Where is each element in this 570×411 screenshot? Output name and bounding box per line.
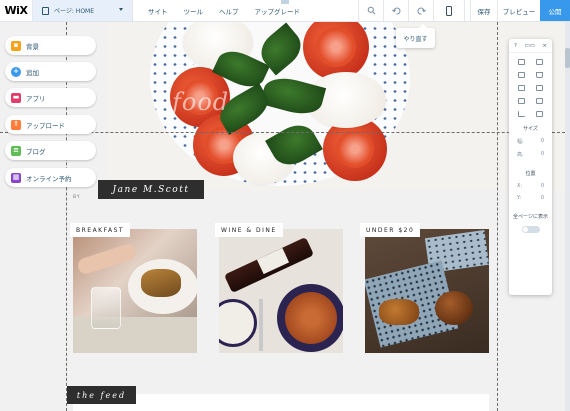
sandwich-photo xyxy=(141,269,181,297)
mobile-icon xyxy=(446,5,452,16)
upload-icon: ↑ xyxy=(11,119,21,130)
x-value[interactable]: 0 xyxy=(541,183,544,189)
wix-logo: WiX xyxy=(0,0,33,21)
x-label: X: xyxy=(517,183,523,189)
card-label-breakfast[interactable]: BREAKFAST xyxy=(70,223,131,237)
background-icon: ▪ xyxy=(11,40,21,51)
topbar-drag-handle[interactable] xyxy=(281,0,289,4)
booking-icon: ▦ xyxy=(11,172,21,183)
burger-photo xyxy=(435,291,473,325)
paste-icon[interactable] xyxy=(535,59,543,65)
fork-photo xyxy=(259,299,263,351)
card-image-breakfast[interactable] xyxy=(73,229,197,353)
width-value[interactable]: 0 xyxy=(541,138,544,145)
scrollbar-thumb[interactable] xyxy=(565,48,570,68)
show-all-pages-toggle[interactable] xyxy=(521,226,540,233)
blog-button[interactable]: ≡ ブログ xyxy=(5,141,96,160)
background-label: 背景 xyxy=(26,42,39,51)
y-value[interactable]: 0 xyxy=(541,195,544,201)
layout-tools-panel: ? ▭▭ × サイズ 幅: 0 高: 0 位置 X: 0 Y: 0 全ページに表… xyxy=(509,39,552,295)
redo-tooltip: やり直す xyxy=(396,24,435,48)
menu-upgrade[interactable]: アップグレード xyxy=(247,0,309,21)
menu-help[interactable]: ヘルプ xyxy=(211,0,247,21)
mobile-view-button[interactable] xyxy=(433,0,465,21)
app-icon: ▬ xyxy=(11,92,21,103)
tools-icon-grid xyxy=(509,53,552,119)
add-icon: + xyxy=(11,66,21,77)
arm-photo xyxy=(75,242,139,276)
app-label: アプリ xyxy=(26,94,46,103)
canvas-scrollbar[interactable] xyxy=(565,22,570,411)
author-banner[interactable]: Jane M.Scott xyxy=(98,180,204,199)
page-selector-label: ページ: HOME xyxy=(54,8,95,15)
y-label: Y: xyxy=(517,195,522,201)
undo-button[interactable] xyxy=(383,0,408,21)
menu-site[interactable]: サイト xyxy=(140,0,176,21)
add-label: 追加 xyxy=(26,68,39,77)
add-button[interactable]: + 追加 xyxy=(5,62,96,81)
background-button[interactable]: ▪ 背景 xyxy=(5,36,96,55)
feed-title[interactable]: the feed xyxy=(67,386,136,404)
page-icon xyxy=(42,6,49,15)
preview-button[interactable]: プレビュー xyxy=(497,0,540,21)
blog-icon: ≡ xyxy=(11,145,21,156)
add-panel: ▪ 背景 + 追加 ▬ アプリ ↑ アップロード ≡ ブログ ▦ オンライン予約 xyxy=(0,22,110,192)
booking-button[interactable]: ▦ オンライン予約 xyxy=(5,168,96,187)
match-size-icon[interactable] xyxy=(518,111,526,117)
undo-icon xyxy=(391,7,400,15)
chicken-photo xyxy=(379,299,419,325)
card-image-under-20[interactable] xyxy=(365,229,489,353)
delete-icon[interactable] xyxy=(535,72,543,78)
height-label: 高: xyxy=(517,152,524,158)
menu-tools[interactable]: ツール xyxy=(176,0,212,21)
height-value[interactable]: 0 xyxy=(541,151,544,158)
card-label-wine-dine[interactable]: WINE & DINE xyxy=(215,223,283,237)
card-image-wine-dine[interactable] xyxy=(219,229,343,353)
author-by-label: BY xyxy=(73,195,81,200)
plate-photo xyxy=(219,299,257,347)
width-field[interactable]: 幅: 0 xyxy=(509,138,552,145)
pasta-photo xyxy=(285,292,337,344)
y-field[interactable]: Y: 0 xyxy=(509,195,552,201)
copy-icon[interactable] xyxy=(518,59,526,65)
close-icon[interactable]: × xyxy=(542,43,547,49)
glass-photo xyxy=(91,287,121,329)
zoom-icon xyxy=(367,6,375,15)
card-label-under-20[interactable]: UNDER $20 xyxy=(360,223,421,237)
tomato-seed xyxy=(316,27,356,67)
booking-label: オンライン予約 xyxy=(26,174,72,183)
size-label: サイズ xyxy=(523,126,538,132)
gridline-right xyxy=(497,22,498,411)
chevron-down-icon xyxy=(119,8,123,11)
stretch-icon[interactable] xyxy=(535,111,543,117)
position-label: 位置 xyxy=(525,171,536,177)
redo-icon xyxy=(417,7,426,15)
width-label: 幅: xyxy=(517,139,524,145)
blog-label: ブログ xyxy=(26,147,46,156)
align-center-icon[interactable] xyxy=(518,98,526,104)
tomato-seed xyxy=(335,129,375,169)
redo-button[interactable] xyxy=(408,0,433,21)
show-all-pages-label: 全ページに表示 xyxy=(513,214,548,220)
dock-icon[interactable]: ▭▭ xyxy=(524,43,534,49)
help-icon[interactable]: ? xyxy=(514,43,517,49)
duplicate-icon[interactable] xyxy=(518,72,526,78)
x-field[interactable]: X: 0 xyxy=(509,183,552,189)
hero-script-text: food xyxy=(172,88,230,116)
arrange-backward-icon[interactable] xyxy=(535,85,543,91)
tools-panel-header: ? ▭▭ × xyxy=(509,39,552,53)
save-button[interactable]: 保存 xyxy=(470,0,497,21)
upload-button[interactable]: ↑ アップロード xyxy=(5,115,96,134)
zoom-button[interactable] xyxy=(358,0,383,21)
publish-button[interactable]: 公開 xyxy=(540,0,570,21)
height-field[interactable]: 高: 0 xyxy=(509,151,552,158)
page-selector[interactable]: ページ: HOME xyxy=(33,0,133,21)
upload-label: アップロード xyxy=(26,121,65,130)
app-button[interactable]: ▬ アプリ xyxy=(5,88,96,107)
arrange-forward-icon[interactable] xyxy=(518,85,526,91)
distribute-icon[interactable] xyxy=(535,98,543,104)
